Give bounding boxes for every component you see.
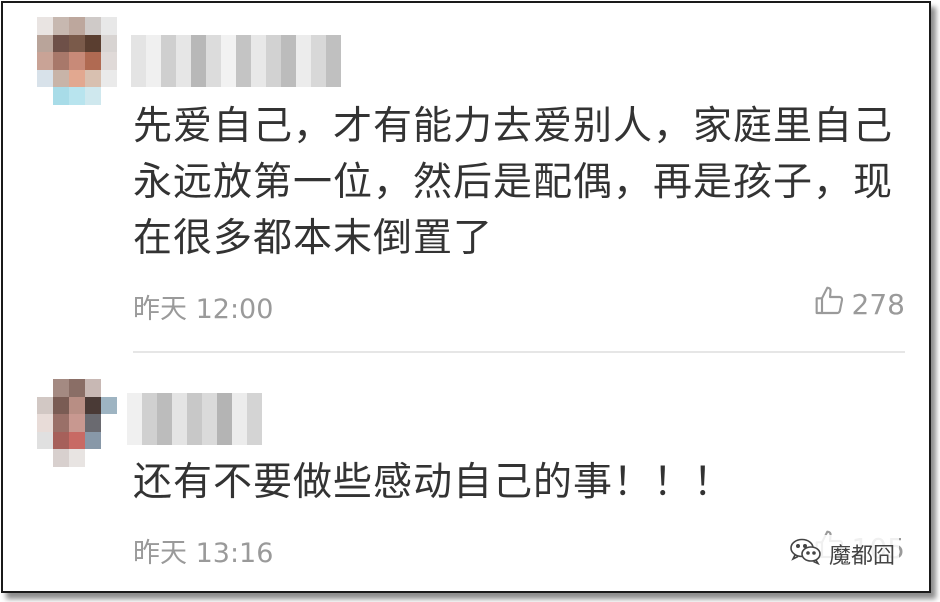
watermark-label: 魔都囧	[828, 544, 895, 569]
comment-time: 昨天 12:00	[133, 294, 274, 325]
username[interactable]	[131, 35, 341, 87]
comment-panel: 先爱自己，才有能力去爱别人，家庭里自己永远放第一位，然后是配偶，再是孩子，现在很…	[1, 1, 931, 593]
wechat-icon	[789, 537, 823, 571]
avatar[interactable]	[37, 379, 117, 467]
like-button[interactable]: 278	[814, 285, 905, 324]
thumbs-up-icon	[814, 285, 846, 324]
username[interactable]	[127, 393, 262, 445]
comment-item: 先爱自己，才有能力去爱别人，家庭里自己永远放第一位，然后是配偶，再是孩子，现在很…	[3, 3, 929, 353]
avatar[interactable]	[37, 17, 117, 105]
comment-time: 昨天 13:16	[133, 538, 274, 569]
divider	[133, 351, 905, 353]
comment-text: 先爱自己，才有能力去爱别人，家庭里自己永远放第一位，然后是配偶，再是孩子，现在很…	[133, 104, 894, 261]
comment-text: 还有不要做些感动自己的事！！！	[133, 460, 734, 505]
watermark: 魔都囧	[784, 535, 899, 573]
like-count: 278	[851, 288, 905, 321]
